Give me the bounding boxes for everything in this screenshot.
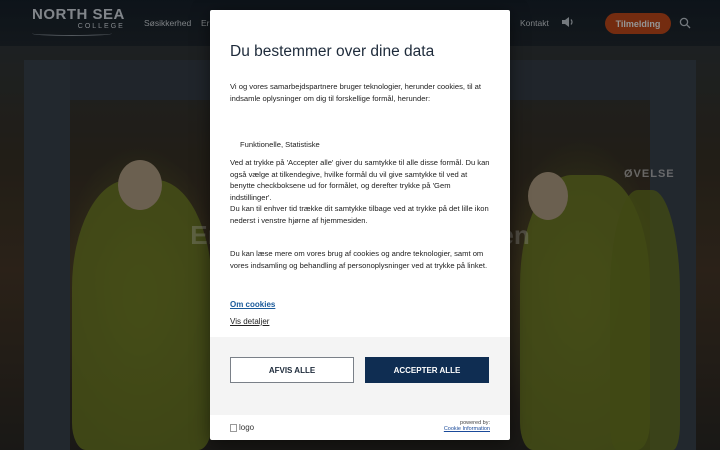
reject-all-button[interactable]: AFVIS ALLE: [230, 357, 354, 383]
cookie-information-link[interactable]: Cookie Information: [444, 426, 490, 432]
purposes-list: Funktionelle, Statistiske: [240, 140, 320, 149]
broken-image-icon: [230, 423, 237, 432]
cookie-consent-dialog: Du bestemmer over dine data Vi og vores …: [210, 10, 510, 440]
about-cookies-link[interactable]: Om cookies: [230, 300, 275, 309]
provider-logo: logo: [230, 423, 254, 432]
powered-by: powered by: Cookie Information: [444, 420, 490, 432]
read-more-text: Du kan læse mere om vores brug af cookie…: [230, 249, 488, 270]
intro-text: Vi og vores samarbejdspartnere bruger te…: [230, 82, 482, 103]
dialog-title: Du bestemmer over dine data: [230, 43, 435, 60]
consent-explanation: Ved at trykke på 'Accepter alle' giver d…: [230, 158, 490, 202]
withdraw-explanation: Du kan til enhver tid trække dit samtykk…: [230, 204, 489, 225]
show-details-link[interactable]: Vis detaljer: [230, 317, 269, 326]
provider-logo-alt: logo: [239, 423, 255, 432]
accept-all-button[interactable]: ACCEPTER ALLE: [365, 357, 489, 383]
